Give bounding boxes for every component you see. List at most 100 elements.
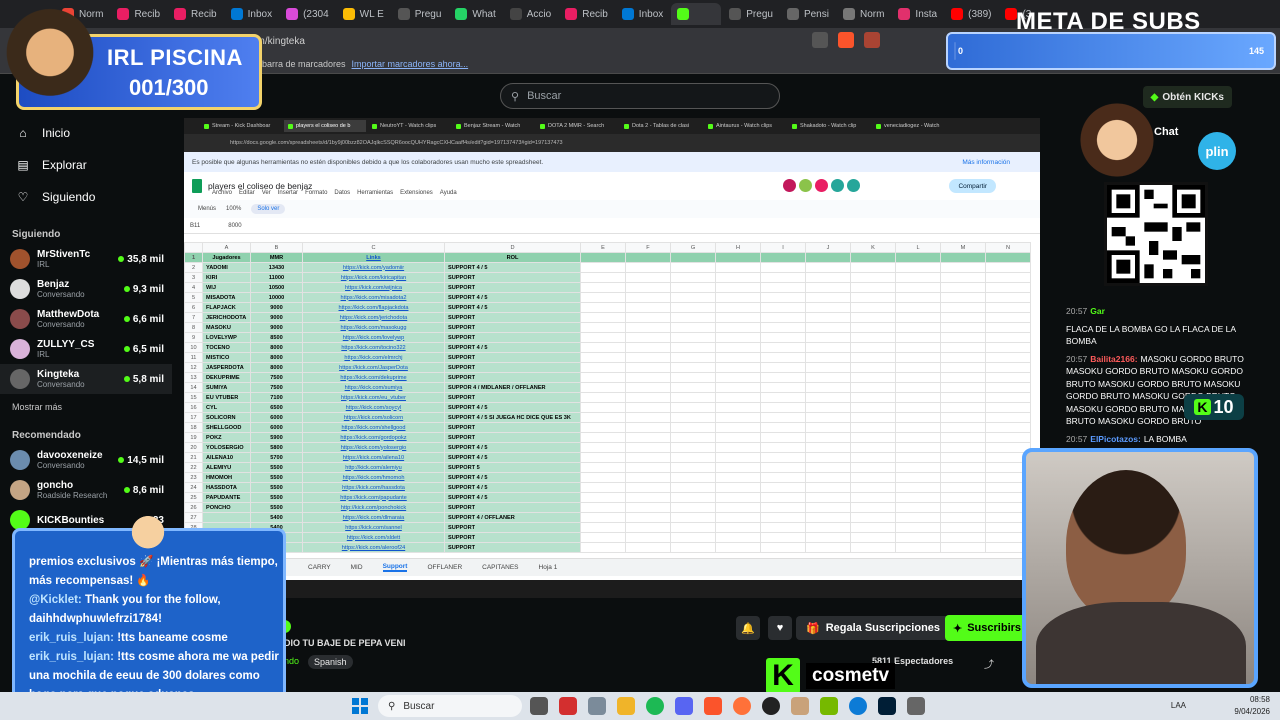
empty-cell (895, 412, 941, 423)
chat-time: 20:57 (1066, 306, 1088, 316)
link-cell: https://kick.com/dlmaraia (302, 512, 445, 523)
windows-start-icon[interactable] (352, 698, 368, 714)
browser-tab[interactable]: Pregu (392, 3, 448, 25)
player-cell: FLAPJACK (202, 302, 251, 313)
captured-tab: veneciadiogez - Watch (872, 120, 954, 132)
role-cell: SUPPOR 4 / MIDLANER / OFFLANER (444, 382, 581, 393)
empty-cell (940, 492, 986, 503)
captured-tab-label: Stream - Kick Dashboar (212, 123, 271, 129)
search-input[interactable]: Buscar (527, 90, 561, 102)
notice-text: Es posible que algunas herramientas no e… (192, 158, 544, 166)
channel-matthewdota[interactable]: MatthewDota Conversando 6,6 mil (0, 304, 172, 334)
link-cell: https://kick.com/elmrchj (302, 352, 445, 363)
empty-cell (670, 542, 716, 553)
empty-cell (625, 482, 671, 493)
browser-tab[interactable]: Insta (892, 3, 943, 25)
channel-kingteka[interactable]: Kingteka Conversando 5,8 mil (0, 364, 172, 394)
browser-tab[interactable]: Norm (837, 3, 890, 25)
taskbar-clock[interactable]: 08:58 9/04/2026 (1234, 694, 1270, 718)
share-stream-icon[interactable]: ⤴ (984, 656, 994, 671)
category-link[interactable]: ndo (284, 656, 299, 666)
browser-tab[interactable]: Accio (504, 3, 557, 25)
empty-cell (715, 272, 761, 283)
brave-shield-icon[interactable] (838, 32, 854, 48)
app-icon[interactable] (791, 697, 809, 715)
browser-tab[interactable]: What (449, 3, 501, 25)
empty-cell (760, 252, 806, 263)
browser-tab[interactable]: Pregu (723, 3, 779, 25)
channel-mrstiventc[interactable]: MrStivenTc IRL 35,8 mil (0, 244, 172, 274)
browser-tab[interactable]: Recib (111, 3, 166, 25)
taskbar-language[interactable]: LAA (1171, 701, 1186, 710)
explorer-icon[interactable] (617, 697, 635, 715)
table-row: 5 MISADOTA 10000 https://kick.com/misadota2… (184, 292, 1031, 303)
browser-tab[interactable]: (2304 (280, 3, 335, 25)
spotify-icon[interactable] (646, 697, 664, 715)
browser-tab-label: Recib (191, 8, 217, 20)
show-more-link[interactable]: Mostrar más (0, 394, 172, 420)
mmr-cell: 5500 (250, 492, 303, 503)
brave-icon[interactable] (704, 697, 722, 715)
avatar (10, 339, 30, 359)
empty-cell (895, 322, 941, 333)
discord-icon[interactable] (675, 697, 693, 715)
search-bar[interactable]: ⚲ Buscar (500, 83, 780, 109)
kick-logo-icon: K (766, 658, 800, 694)
nav-item-explorar[interactable]: ▤ Explorar (0, 149, 172, 181)
settings-icon[interactable] (588, 697, 606, 715)
follow-heart-icon[interactable]: ♥ (768, 616, 792, 640)
browser-tab[interactable]: Inbox (225, 3, 278, 25)
photoshop-icon[interactable] (878, 697, 896, 715)
edge-icon[interactable] (849, 697, 867, 715)
gift-subs-button[interactable]: 🎁 Regala Suscripciones (796, 616, 951, 640)
chat-username[interactable]: Gar (1090, 306, 1105, 316)
language-tag[interactable]: Spanish (308, 655, 353, 669)
stream-video[interactable]: Stream - Kick Dashboar players el coliseo… (184, 118, 1040, 598)
avatar (10, 510, 30, 530)
player-cell: EU VTUBER (202, 392, 251, 403)
table-row: 19 POKZ 5900 https://kick.com/gordopokz SUPP… (184, 432, 1031, 443)
chat-username[interactable]: ElPicotazos: (1090, 434, 1141, 444)
obs-icon[interactable] (762, 697, 780, 715)
chat-username[interactable]: Bailita2166: (1090, 354, 1137, 364)
taskview-icon[interactable] (530, 697, 548, 715)
stream-info: ka DIO TU BAJE DE PEPA VENI ndo Spanish … (172, 598, 1040, 692)
link-cell: http://kick.com/alemiyu (302, 462, 445, 473)
browser-tab[interactable] (671, 3, 722, 25)
mmr-cell: 5800 (250, 442, 303, 453)
channel-goncho[interactable]: goncho Roadside Research 8,6 mil (0, 475, 172, 505)
browser-tab[interactable]: Recib (559, 3, 614, 25)
empty-cell (580, 442, 626, 453)
link-cell: https://kick.com/masokugg (302, 322, 445, 333)
browser-tab[interactable]: Recib (168, 3, 223, 25)
share-icon[interactable] (812, 32, 828, 48)
notification-bell-icon[interactable]: 🔔 (736, 616, 760, 640)
browser-tab[interactable]: Inbox (616, 3, 669, 25)
kick-level-badge: K 10 (1184, 394, 1244, 420)
firefox-icon[interactable] (733, 697, 751, 715)
empty-cell (670, 352, 716, 363)
wps-icon[interactable] (559, 697, 577, 715)
empty-cell (670, 512, 716, 523)
import-bookmarks-link[interactable]: Importar marcadores ahora... (352, 59, 469, 69)
tab-favicon-icon (898, 8, 911, 20)
table-row: 9 LOVELYWP 8500 https://kick.com/lovelywp SU… (184, 332, 1031, 343)
browser-tab[interactable]: Pensi (781, 3, 835, 25)
channel-benjaz[interactable]: Benjaz Conversando 9,3 mil (0, 274, 172, 304)
empty-cell (805, 522, 851, 533)
channel-zullyy_cs[interactable]: ZULLYY_CS IRL 6,5 mil (0, 334, 172, 364)
taskbar-search[interactable]: ⚲ Buscar (378, 695, 522, 717)
empty-cell (895, 432, 941, 443)
empty-cell (670, 262, 716, 273)
taskbar-search-icon: ⚲ (388, 700, 396, 712)
nvidia-icon[interactable] (820, 697, 838, 715)
row-number: 22 (184, 462, 203, 473)
channel-text: goncho Roadside Research (37, 480, 117, 500)
column-header: J (805, 242, 851, 253)
calculator-icon[interactable] (907, 697, 925, 715)
brave-rewards-icon[interactable] (864, 32, 880, 48)
nav-item-inicio[interactable]: ⌂ Inicio (0, 117, 172, 149)
browser-tab[interactable]: WL E (337, 3, 390, 25)
nav-item-siguiendo[interactable]: ♡ Siguiendo (0, 181, 172, 213)
channel-davooxeneize[interactable]: davooxeneize Conversando 14,5 mil (0, 445, 172, 475)
